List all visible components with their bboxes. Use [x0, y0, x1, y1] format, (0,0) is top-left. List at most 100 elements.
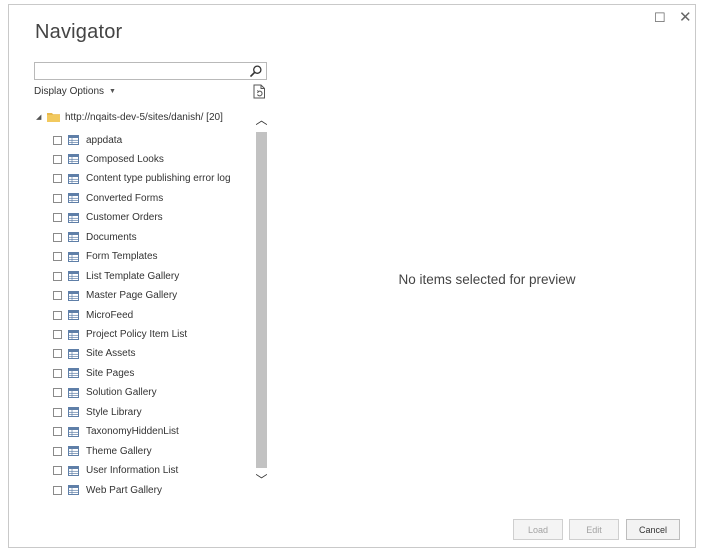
tree-item-label: appdata — [86, 134, 123, 146]
table-icon — [68, 173, 79, 184]
table-icon — [68, 135, 79, 145]
tree-item[interactable]: Content type publishing error log — [53, 172, 231, 186]
table-icon — [68, 485, 79, 495]
tree-root-label: http://nqaits-dev-5/sites/danish/ [20] — [65, 111, 223, 123]
tree-item[interactable]: List Template Gallery — [53, 269, 179, 283]
item-checkbox[interactable] — [53, 213, 62, 223]
tree-item[interactable]: Form Templates — [53, 250, 158, 264]
item-checkbox[interactable] — [53, 388, 62, 398]
table-icon — [68, 232, 79, 243]
display-options-dropdown[interactable]: Display Options ▼ — [34, 86, 116, 97]
item-checkbox[interactable] — [53, 291, 62, 301]
table-icon — [68, 465, 79, 476]
tree-item-label: Converted Forms — [86, 192, 164, 204]
tree-item[interactable]: Site Assets — [53, 347, 135, 361]
tree-item[interactable]: Project Policy Item List — [53, 328, 187, 342]
item-checkbox[interactable] — [53, 154, 62, 164]
item-checkbox[interactable] — [53, 174, 62, 184]
table-icon — [68, 290, 79, 301]
tree-scrollbar[interactable]: ︿ ﹀ — [255, 113, 268, 495]
tree-item[interactable]: Converted Forms — [53, 191, 163, 205]
document-refresh-icon[interactable] — [253, 84, 266, 99]
item-checkbox[interactable] — [53, 135, 62, 145]
item-checkbox[interactable] — [53, 193, 62, 203]
preview-empty-message: No items selected for preview — [398, 272, 576, 287]
item-checkbox[interactable] — [53, 466, 62, 476]
tree-item-label: User Information List — [86, 465, 179, 477]
tree-item[interactable]: Documents — [53, 230, 137, 244]
tree-item-label: MicroFeed — [86, 309, 134, 321]
scroll-down-icon[interactable]: ﹀ — [255, 473, 268, 487]
tree-item[interactable]: Solution Gallery — [53, 386, 157, 400]
cancel-button[interactable]: Cancel — [626, 519, 680, 540]
tree-item-label: Site Assets — [86, 348, 136, 360]
table-icon — [68, 154, 79, 165]
load-button[interactable]: Load — [513, 519, 563, 540]
chevron-down-icon: ▼ — [109, 88, 116, 95]
display-options-label: Display Options — [34, 86, 105, 97]
scroll-thumb[interactable] — [256, 132, 267, 468]
tree-item[interactable]: Customer Orders — [53, 211, 163, 225]
table-icon — [68, 446, 79, 457]
item-checkbox[interactable] — [53, 446, 62, 456]
collapse-arrow-icon[interactable]: ◢ — [36, 113, 44, 121]
tree-item[interactable]: MicroFeed — [53, 308, 133, 322]
table-icon — [68, 387, 79, 398]
tree-item-label: Documents — [86, 231, 137, 243]
table-icon — [68, 368, 79, 379]
table-icon — [68, 310, 79, 321]
item-checkbox[interactable] — [53, 349, 62, 359]
item-checkbox[interactable] — [53, 368, 62, 378]
folder-icon — [47, 113, 60, 122]
dialog-title: Navigator — [35, 21, 123, 43]
item-checkbox[interactable] — [53, 485, 62, 495]
tree-item-label: Customer Orders — [86, 212, 163, 224]
tree-item-label: Content type publishing error log — [86, 173, 231, 185]
tree-item[interactable]: User Information List — [53, 464, 178, 478]
table-icon — [68, 212, 79, 223]
tree-item-label: Web Part Gallery — [86, 484, 162, 495]
tree-item-label: Master Page Gallery — [86, 290, 178, 302]
item-checkbox[interactable] — [53, 232, 62, 242]
table-icon — [68, 426, 79, 437]
search-icon[interactable] — [249, 64, 263, 78]
tree-item-label: Theme Gallery — [86, 445, 152, 457]
item-checkbox[interactable] — [53, 427, 62, 437]
tree-item-label: List Template Gallery — [86, 270, 180, 282]
maximize-icon[interactable]: ☐ — [654, 11, 666, 25]
tree-item[interactable]: Theme Gallery — [53, 444, 152, 458]
tree-item-label: Composed Looks — [86, 153, 164, 165]
tree-item[interactable]: appdata — [53, 133, 122, 147]
tree-item-label: TaxonomyHiddenList — [86, 426, 179, 438]
tree-item-label: Site Pages — [86, 367, 135, 379]
navigator-dialog: Navigator ☐ ✕ Display Options ▼ ◢ http://… — [8, 4, 696, 548]
tree-root-node[interactable]: ◢ http://nqaits-dev-5/sites/danish/ [20] — [36, 110, 223, 124]
tree-item-label: Solution Gallery — [86, 387, 157, 399]
item-checkbox[interactable] — [53, 330, 62, 339]
search-input[interactable] — [35, 65, 248, 81]
tree-item-label: Project Policy Item List — [86, 329, 188, 340]
table-icon — [68, 407, 79, 418]
item-checkbox[interactable] — [53, 407, 62, 417]
scroll-up-icon[interactable]: ︿ — [255, 113, 268, 127]
table-icon — [68, 271, 79, 282]
tree-item-label: Form Templates — [86, 251, 158, 263]
navigator-tree: ◢ http://nqaits-dev-5/sites/danish/ [20]… — [34, 105, 269, 495]
tree-item[interactable]: Site Pages — [53, 366, 134, 380]
tree-item-label: Style Library — [86, 406, 142, 418]
table-icon — [68, 348, 79, 359]
table-icon — [68, 193, 79, 204]
tree-item[interactable]: TaxonomyHiddenList — [53, 425, 179, 439]
tree-item[interactable]: Style Library — [53, 405, 142, 419]
tree-item[interactable]: Web Part Gallery — [53, 483, 162, 495]
close-icon[interactable]: ✕ — [679, 10, 692, 25]
item-checkbox[interactable] — [53, 252, 62, 262]
item-checkbox[interactable] — [53, 271, 62, 281]
item-checkbox[interactable] — [53, 310, 62, 320]
search-box — [34, 62, 267, 81]
table-icon — [68, 251, 79, 262]
tree-item[interactable]: Composed Looks — [53, 152, 164, 166]
table-icon — [68, 329, 79, 340]
tree-item[interactable]: Master Page Gallery — [53, 289, 177, 303]
edit-button[interactable]: Edit — [569, 519, 619, 540]
